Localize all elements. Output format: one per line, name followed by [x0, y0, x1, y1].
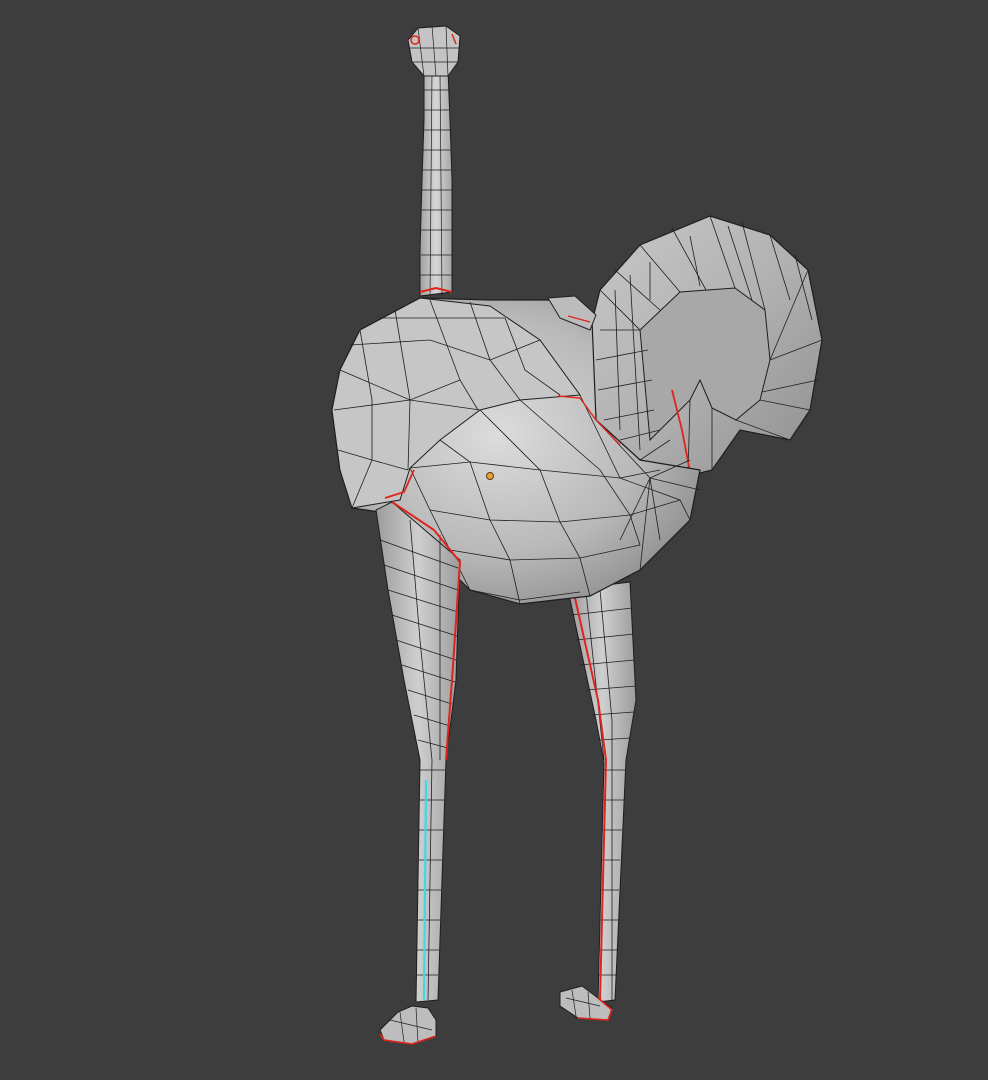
tail-plume[interactable] — [589, 215, 823, 477]
right-leg[interactable] — [559, 581, 637, 1021]
object-origin[interactable] — [486, 472, 494, 480]
head[interactable] — [407, 25, 461, 77]
viewport-canvas[interactable] — [0, 0, 988, 1080]
left-leg[interactable] — [375, 501, 462, 1045]
neck[interactable] — [419, 69, 453, 297]
3d-viewport[interactable] — [0, 0, 988, 1080]
left-foot[interactable] — [379, 1005, 437, 1045]
